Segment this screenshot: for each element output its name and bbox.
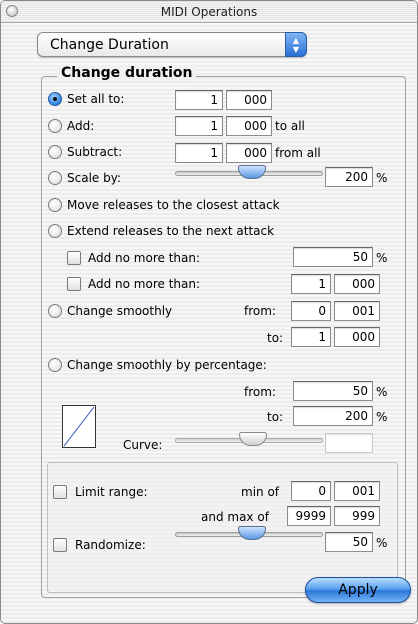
add-no-more-time-checkbox[interactable] xyxy=(67,277,81,291)
apply-button[interactable]: Apply xyxy=(305,577,411,603)
add-no-more-pct-unit: % xyxy=(376,251,388,265)
change-smoothly-pct-to-field[interactable]: 200 xyxy=(293,406,373,426)
group-title: Change duration xyxy=(57,65,197,81)
subtract-field-1[interactable]: 1 xyxy=(175,143,223,163)
add-no-more-time-label: Add no more than: xyxy=(88,277,201,291)
limit-range-max-field-1[interactable]: 9999 xyxy=(287,506,331,526)
title-bar: MIDI Operations xyxy=(1,1,417,23)
change-smoothly-from-field-1[interactable]: 0 xyxy=(291,301,331,321)
change-smoothly-to-field-1[interactable]: 1 xyxy=(291,327,331,347)
curve-preview xyxy=(62,405,96,448)
set-all-radio[interactable] xyxy=(48,92,62,106)
randomize-unit: % xyxy=(376,536,388,550)
set-all-field-1[interactable]: 1 xyxy=(175,90,223,110)
extend-releases-radio[interactable] xyxy=(48,224,62,238)
change-smoothly-pct-to-unit: % xyxy=(376,410,388,424)
add-no-more-time-field-1[interactable]: 1 xyxy=(291,274,331,294)
popup-arrows-icon: ▲ ▼ xyxy=(285,32,307,57)
limit-range-min-label: min of xyxy=(241,485,280,499)
add-label: Add: xyxy=(67,119,95,133)
add-no-more-pct-label: Add no more than: xyxy=(88,251,201,265)
change-smoothly-pct-from-unit: % xyxy=(376,385,388,399)
scale-field[interactable]: 200 xyxy=(325,167,373,187)
scale-radio[interactable] xyxy=(48,171,62,185)
move-releases-label: Move releases to the closest attack xyxy=(67,198,280,212)
randomize-checkbox[interactable] xyxy=(53,538,67,552)
subtract-label: Subtract: xyxy=(67,145,123,159)
limit-range-label: Limit range: xyxy=(75,485,148,499)
change-smoothly-pct-label: Change smoothly by percentage: xyxy=(67,358,267,372)
limit-range-checkbox[interactable] xyxy=(53,485,67,499)
change-smoothly-to-field-2[interactable]: 000 xyxy=(334,327,380,347)
window-title: MIDI Operations xyxy=(160,5,258,19)
randomize-field[interactable]: 50 xyxy=(325,532,373,552)
change-smoothly-radio[interactable] xyxy=(48,304,62,318)
change-smoothly-pct-to-label: to: xyxy=(267,410,284,424)
operation-popup-label: Change Duration xyxy=(50,37,169,53)
set-all-label: Set all to: xyxy=(67,92,125,106)
limit-range-min-field-1[interactable]: 0 xyxy=(291,481,331,501)
move-releases-radio[interactable] xyxy=(48,198,62,212)
change-smoothly-from-field-2[interactable]: 001 xyxy=(334,301,380,321)
extend-releases-label: Extend releases to the next attack xyxy=(67,224,275,238)
change-smoothly-to-label: to: xyxy=(267,331,284,345)
add-no-more-pct-checkbox[interactable] xyxy=(67,251,81,265)
operation-popup[interactable]: Change Duration ▲ ▼ xyxy=(37,32,307,57)
add-no-more-time-field-2[interactable]: 000 xyxy=(334,274,380,294)
randomize-label: Randomize: xyxy=(75,538,146,552)
scale-unit: % xyxy=(376,171,388,185)
limit-range-max-label: and max of xyxy=(201,510,269,524)
set-all-field-2[interactable]: 000 xyxy=(226,90,272,110)
add-no-more-pct-field[interactable]: 50 xyxy=(293,247,373,267)
change-smoothly-pct-from-label: from: xyxy=(244,385,276,399)
change-smoothly-pct-radio[interactable] xyxy=(48,358,62,372)
curve-line-icon xyxy=(63,406,95,447)
curve-label: Curve: xyxy=(123,438,163,452)
change-smoothly-from-label: from: xyxy=(244,304,276,318)
curve-field xyxy=(325,433,373,453)
add-field-2[interactable]: 000 xyxy=(226,116,272,136)
limit-range-max-field-2[interactable]: 999 xyxy=(334,506,380,526)
add-suffix: to all xyxy=(275,119,305,133)
change-smoothly-pct-from-field[interactable]: 50 xyxy=(293,381,373,401)
subtract-field-2[interactable]: 000 xyxy=(226,143,272,163)
limit-range-min-field-2[interactable]: 001 xyxy=(334,481,380,501)
subtract-radio[interactable] xyxy=(48,145,62,159)
change-smoothly-label: Change smoothly xyxy=(67,304,173,318)
scale-label: Scale by: xyxy=(67,171,121,185)
subtract-suffix: from all xyxy=(275,146,321,160)
add-field-1[interactable]: 1 xyxy=(175,116,223,136)
add-radio[interactable] xyxy=(48,119,62,133)
midi-operations-window: MIDI Operations Change Duration ▲ ▼ Chang… xyxy=(0,0,418,624)
